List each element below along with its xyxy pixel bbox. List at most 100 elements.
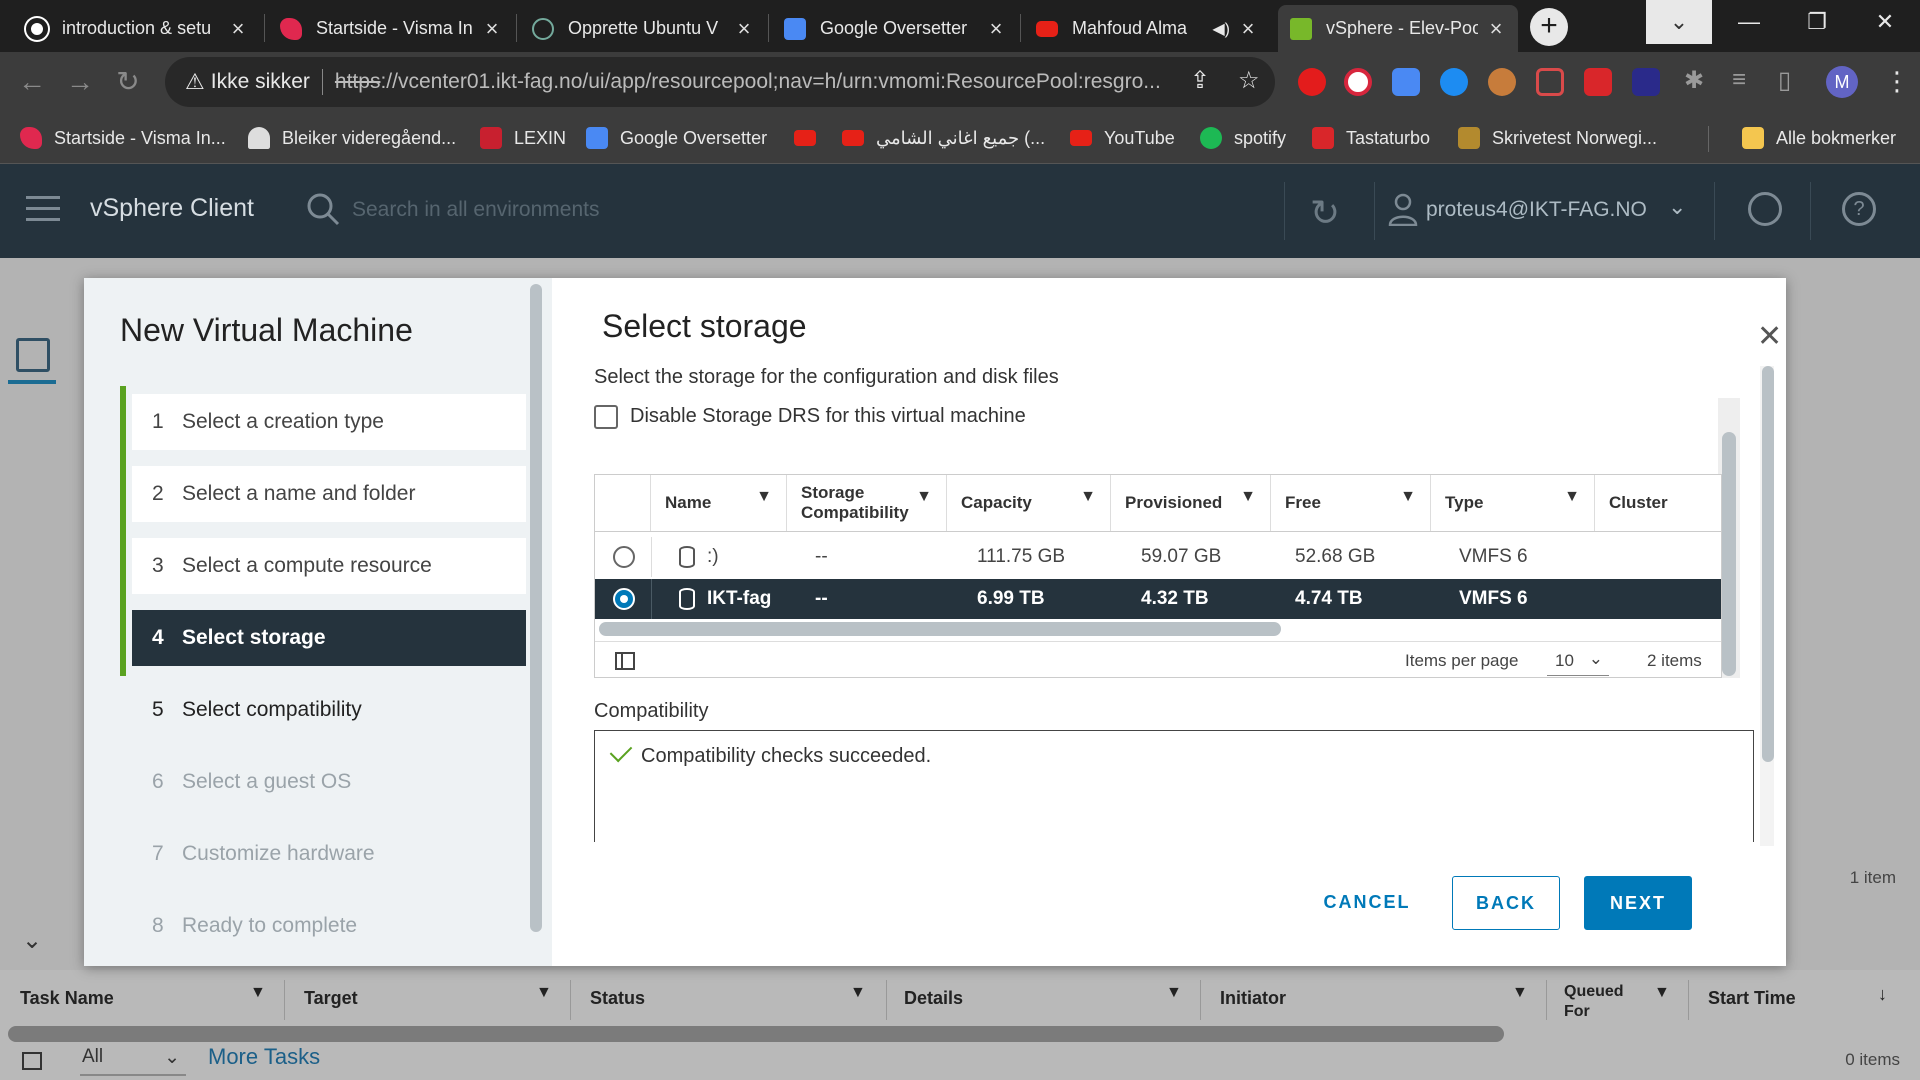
browser-tab[interactable]: Startside - Visma In × — [268, 5, 514, 52]
column-header-storage-compatibility[interactable]: Storage Compatibility ▼ — [787, 475, 947, 531]
close-tab-icon[interactable]: × — [1486, 16, 1506, 42]
filter-icon[interactable]: ▼ — [1080, 487, 1096, 506]
bookmark-extension-icon[interactable] — [1632, 68, 1660, 96]
task-col-queued-for[interactable]: Queued For — [1564, 982, 1644, 1022]
bookmark-item[interactable]: Google Oversetter — [586, 124, 767, 152]
bookmark-item[interactable] — [794, 124, 828, 152]
filter-icon[interactable]: ▼ — [1654, 984, 1670, 1002]
disable-drs-checkbox[interactable] — [594, 405, 618, 429]
task-col-task-name[interactable]: Task Name — [20, 988, 114, 1009]
minimize-button[interactable]: — — [1716, 0, 1782, 44]
task-filter-select[interactable]: All ⌄ — [80, 1046, 186, 1076]
restore-button[interactable]: ❐ — [1784, 0, 1850, 44]
task-col-status[interactable]: Status — [590, 988, 645, 1009]
bookmark-item[interactable]: Bleiker videregåend... — [248, 124, 456, 152]
items-per-page-select[interactable]: 10 ⌄ — [1547, 648, 1609, 676]
wizard-step-creation-type[interactable]: 1 Select a creation type — [132, 394, 526, 450]
address-bar[interactable]: ⚠ Ikke sikker https://vcenter01.ikt-fag.… — [165, 57, 1275, 107]
more-tasks-link[interactable]: More Tasks — [208, 1044, 320, 1070]
mail-extension-icon[interactable] — [1536, 68, 1564, 96]
horizontal-scrollbar[interactable] — [8, 1026, 1504, 1042]
filter-icon[interactable]: ▼ — [1166, 984, 1182, 1002]
bookmark-item[interactable]: YouTube — [1070, 124, 1175, 152]
filter-icon[interactable]: ▼ — [250, 984, 266, 1002]
shazam-extension-icon[interactable] — [1440, 68, 1468, 96]
filter-icon[interactable]: ▼ — [850, 984, 866, 1002]
side-panel-icon[interactable]: ▯ — [1778, 66, 1791, 95]
bookmark-item[interactable]: جميع اغاني الشامي (... — [842, 124, 1045, 152]
reading-list-icon[interactable]: ≡ — [1732, 66, 1746, 94]
block-extension-icon[interactable] — [1344, 68, 1372, 96]
arrow-extension-icon[interactable] — [1584, 68, 1612, 96]
wizard-step-compatibility[interactable]: 5 Select compatibility — [132, 682, 526, 738]
back-arrow-icon[interactable]: ← — [14, 64, 50, 100]
browser-tab[interactable]: Opprette Ubuntu V × — [520, 5, 766, 52]
filter-icon[interactable]: ▼ — [1512, 984, 1528, 1002]
back-button[interactable]: BACK — [1452, 876, 1560, 930]
content-scrollbar[interactable] — [1762, 366, 1774, 762]
disable-drs-label[interactable]: Disable Storage DRS for this virtual mac… — [630, 405, 1026, 428]
app-title[interactable]: vSphere Client — [90, 194, 254, 223]
filter-icon[interactable]: ▼ — [916, 487, 932, 506]
bookmark-item[interactable]: spotify — [1200, 124, 1286, 152]
task-col-target[interactable]: Target — [304, 988, 358, 1009]
vm-template-icon[interactable] — [16, 338, 50, 372]
next-button[interactable]: NEXT — [1584, 876, 1692, 930]
adblock-extension-icon[interactable] — [1298, 68, 1326, 96]
browser-tab[interactable]: Mahfoud Alma ◀) × — [1024, 5, 1270, 52]
task-col-initiator[interactable]: Initiator — [1220, 988, 1286, 1009]
wizard-step-name-folder[interactable]: 2 Select a name and folder — [132, 466, 526, 522]
speaker-icon[interactable]: ◀) — [1212, 19, 1230, 39]
new-tab-button[interactable]: + — [1530, 8, 1568, 46]
task-col-start-time[interactable]: Start Time — [1708, 988, 1796, 1009]
security-label[interactable]: Ikke sikker — [211, 70, 310, 94]
bookmark-item[interactable]: Startside - Visma In... — [20, 124, 226, 152]
close-tab-icon[interactable]: × — [228, 16, 248, 42]
chevron-down-icon[interactable]: ⌄ — [22, 926, 42, 955]
grid-horizontal-scrollbar[interactable] — [599, 622, 1281, 636]
bookmark-item[interactable]: Tastaturbo — [1312, 124, 1430, 152]
close-tab-icon[interactable]: × — [482, 16, 502, 42]
chevron-down-icon[interactable]: ⌄ — [1668, 194, 1686, 220]
close-icon[interactable]: ✕ — [1757, 322, 1782, 352]
google-translate-extension-icon[interactable] — [1392, 68, 1420, 96]
more-menu-icon[interactable]: ⋮ — [1884, 66, 1910, 97]
column-toggle-icon[interactable] — [615, 652, 635, 670]
column-header-capacity[interactable]: Capacity ▼ — [947, 475, 1111, 531]
wizard-step-storage[interactable]: 4 Select storage — [132, 610, 526, 666]
close-tab-icon[interactable]: × — [734, 16, 754, 42]
wizard-step-compute-resource[interactable]: 3 Select a compute resource — [132, 538, 526, 594]
all-bookmarks-folder[interactable]: Alle bokmerker — [1742, 124, 1896, 152]
steps-scrollbar[interactable] — [530, 284, 542, 932]
share-icon[interactable]: ⇪ — [1190, 66, 1210, 95]
reload-icon[interactable]: ↻ — [110, 64, 146, 100]
bookmark-star-icon[interactable]: ☆ — [1238, 66, 1260, 95]
sort-arrow-icon[interactable]: ↓ — [1878, 984, 1887, 1005]
user-menu[interactable]: proteus4@IKT-FAG.NO — [1426, 198, 1647, 222]
close-window-button[interactable]: ✕ — [1852, 0, 1918, 44]
row-radio-button-checked[interactable] — [613, 588, 635, 610]
profile-avatar[interactable]: M — [1826, 66, 1858, 98]
search-icon[interactable] — [306, 192, 340, 226]
close-tab-icon[interactable]: × — [1238, 16, 1258, 42]
cancel-button[interactable]: CANCEL — [1302, 876, 1432, 930]
extensions-puzzle-icon[interactable]: ✱ — [1684, 66, 1704, 95]
column-toggle-icon[interactable] — [22, 1052, 42, 1070]
monkey-extension-icon[interactable] — [1488, 68, 1516, 96]
column-header-cluster[interactable]: Cluster — [1595, 475, 1721, 531]
filter-icon[interactable]: ▼ — [536, 984, 552, 1002]
filter-icon[interactable]: ▼ — [1564, 487, 1580, 506]
browser-tab[interactable]: introduction & setu × — [14, 5, 260, 52]
filter-icon[interactable]: ▼ — [1400, 487, 1416, 506]
filter-icon[interactable]: ▼ — [1240, 487, 1256, 506]
grid-vertical-scrollbar[interactable] — [1722, 432, 1736, 676]
table-row-selected[interactable]: IKT-fag -- 6.99 TB 4.32 TB 4.74 TB VMFS … — [595, 579, 1721, 619]
help-icon[interactable]: ? — [1842, 192, 1876, 226]
bookmark-item[interactable]: LEXIN — [480, 124, 566, 152]
browser-tab[interactable]: Google Oversetter × — [772, 5, 1018, 52]
column-header-name[interactable]: Name ▼ — [651, 475, 787, 531]
column-header-type[interactable]: Type ▼ — [1431, 475, 1595, 531]
close-tab-icon[interactable]: × — [986, 16, 1006, 42]
column-header-provisioned[interactable]: Provisioned ▼ — [1111, 475, 1271, 531]
global-search-input[interactable]: Search in all environments — [352, 198, 599, 222]
